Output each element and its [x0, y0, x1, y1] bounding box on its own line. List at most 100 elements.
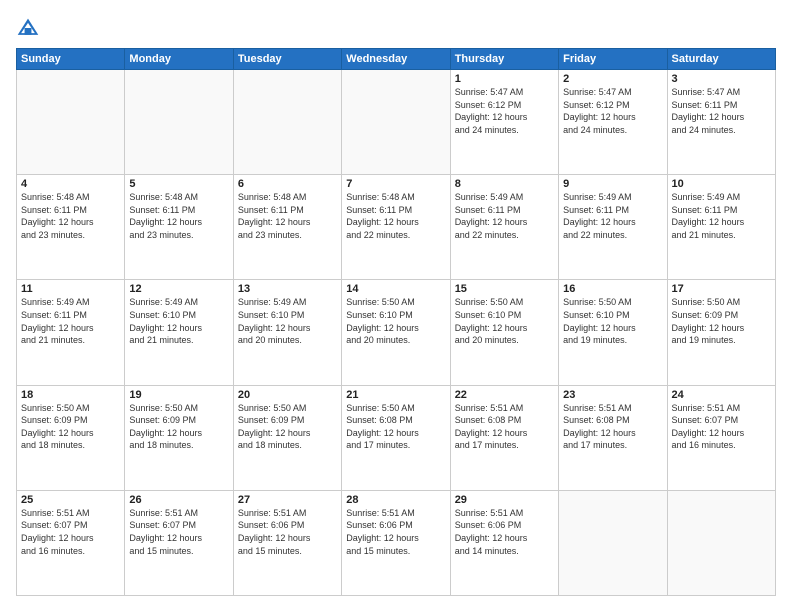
day-info: Sunrise: 5:47 AM Sunset: 6:12 PM Dayligh…	[455, 86, 554, 136]
day-number: 19	[129, 389, 228, 401]
day-info: Sunrise: 5:47 AM Sunset: 6:11 PM Dayligh…	[672, 86, 771, 136]
calendar-cell: 15Sunrise: 5:50 AM Sunset: 6:10 PM Dayli…	[450, 280, 558, 385]
day-number: 13	[238, 283, 337, 295]
week-row-4: 18Sunrise: 5:50 AM Sunset: 6:09 PM Dayli…	[17, 385, 776, 490]
day-info: Sunrise: 5:50 AM Sunset: 6:10 PM Dayligh…	[455, 296, 554, 346]
calendar-cell: 8Sunrise: 5:49 AM Sunset: 6:11 PM Daylig…	[450, 175, 558, 280]
day-info: Sunrise: 5:49 AM Sunset: 6:11 PM Dayligh…	[21, 296, 120, 346]
calendar-cell: 27Sunrise: 5:51 AM Sunset: 6:06 PM Dayli…	[233, 490, 341, 595]
calendar-cell	[667, 490, 775, 595]
day-info: Sunrise: 5:50 AM Sunset: 6:09 PM Dayligh…	[672, 296, 771, 346]
calendar-cell: 10Sunrise: 5:49 AM Sunset: 6:11 PM Dayli…	[667, 175, 775, 280]
day-number: 2	[563, 73, 662, 85]
day-info: Sunrise: 5:50 AM Sunset: 6:10 PM Dayligh…	[563, 296, 662, 346]
week-row-2: 4Sunrise: 5:48 AM Sunset: 6:11 PM Daylig…	[17, 175, 776, 280]
day-number: 6	[238, 178, 337, 190]
day-info: Sunrise: 5:48 AM Sunset: 6:11 PM Dayligh…	[129, 191, 228, 241]
day-number: 7	[346, 178, 445, 190]
day-info: Sunrise: 5:50 AM Sunset: 6:09 PM Dayligh…	[238, 402, 337, 452]
day-header-saturday: Saturday	[667, 49, 775, 70]
week-row-3: 11Sunrise: 5:49 AM Sunset: 6:11 PM Dayli…	[17, 280, 776, 385]
day-number: 3	[672, 73, 771, 85]
calendar-cell: 1Sunrise: 5:47 AM Sunset: 6:12 PM Daylig…	[450, 70, 558, 175]
day-number: 24	[672, 389, 771, 401]
day-info: Sunrise: 5:48 AM Sunset: 6:11 PM Dayligh…	[346, 191, 445, 241]
day-info: Sunrise: 5:47 AM Sunset: 6:12 PM Dayligh…	[563, 86, 662, 136]
calendar-cell: 26Sunrise: 5:51 AM Sunset: 6:07 PM Dayli…	[125, 490, 233, 595]
day-info: Sunrise: 5:50 AM Sunset: 6:09 PM Dayligh…	[129, 402, 228, 452]
day-info: Sunrise: 5:49 AM Sunset: 6:11 PM Dayligh…	[563, 191, 662, 241]
day-number: 10	[672, 178, 771, 190]
day-info: Sunrise: 5:50 AM Sunset: 6:09 PM Dayligh…	[21, 402, 120, 452]
day-info: Sunrise: 5:50 AM Sunset: 6:08 PM Dayligh…	[346, 402, 445, 452]
day-number: 15	[455, 283, 554, 295]
day-info: Sunrise: 5:49 AM Sunset: 6:10 PM Dayligh…	[238, 296, 337, 346]
day-info: Sunrise: 5:51 AM Sunset: 6:07 PM Dayligh…	[129, 507, 228, 557]
calendar-cell: 11Sunrise: 5:49 AM Sunset: 6:11 PM Dayli…	[17, 280, 125, 385]
logo	[16, 16, 44, 40]
calendar-cell	[125, 70, 233, 175]
calendar-cell: 14Sunrise: 5:50 AM Sunset: 6:10 PM Dayli…	[342, 280, 450, 385]
day-info: Sunrise: 5:51 AM Sunset: 6:06 PM Dayligh…	[238, 507, 337, 557]
calendar-cell: 13Sunrise: 5:49 AM Sunset: 6:10 PM Dayli…	[233, 280, 341, 385]
calendar-cell: 5Sunrise: 5:48 AM Sunset: 6:11 PM Daylig…	[125, 175, 233, 280]
day-number: 14	[346, 283, 445, 295]
page: SundayMondayTuesdayWednesdayThursdayFrid…	[0, 0, 792, 612]
day-number: 27	[238, 494, 337, 506]
day-number: 20	[238, 389, 337, 401]
day-header-tuesday: Tuesday	[233, 49, 341, 70]
day-number: 16	[563, 283, 662, 295]
day-info: Sunrise: 5:51 AM Sunset: 6:08 PM Dayligh…	[563, 402, 662, 452]
day-header-monday: Monday	[125, 49, 233, 70]
header	[16, 16, 776, 40]
calendar-cell: 7Sunrise: 5:48 AM Sunset: 6:11 PM Daylig…	[342, 175, 450, 280]
day-number: 12	[129, 283, 228, 295]
day-number: 9	[563, 178, 662, 190]
calendar-cell: 3Sunrise: 5:47 AM Sunset: 6:11 PM Daylig…	[667, 70, 775, 175]
calendar-cell	[342, 70, 450, 175]
calendar-cell: 12Sunrise: 5:49 AM Sunset: 6:10 PM Dayli…	[125, 280, 233, 385]
day-info: Sunrise: 5:48 AM Sunset: 6:11 PM Dayligh…	[238, 191, 337, 241]
calendar-cell: 21Sunrise: 5:50 AM Sunset: 6:08 PM Dayli…	[342, 385, 450, 490]
calendar-body: 1Sunrise: 5:47 AM Sunset: 6:12 PM Daylig…	[17, 70, 776, 596]
calendar-cell: 25Sunrise: 5:51 AM Sunset: 6:07 PM Dayli…	[17, 490, 125, 595]
day-header-friday: Friday	[559, 49, 667, 70]
calendar-cell: 22Sunrise: 5:51 AM Sunset: 6:08 PM Dayli…	[450, 385, 558, 490]
calendar-cell: 20Sunrise: 5:50 AM Sunset: 6:09 PM Dayli…	[233, 385, 341, 490]
calendar-cell: 19Sunrise: 5:50 AM Sunset: 6:09 PM Dayli…	[125, 385, 233, 490]
calendar-cell: 24Sunrise: 5:51 AM Sunset: 6:07 PM Dayli…	[667, 385, 775, 490]
calendar-header-row: SundayMondayTuesdayWednesdayThursdayFrid…	[17, 49, 776, 70]
day-number: 5	[129, 178, 228, 190]
day-number: 29	[455, 494, 554, 506]
calendar-cell: 16Sunrise: 5:50 AM Sunset: 6:10 PM Dayli…	[559, 280, 667, 385]
calendar-cell	[559, 490, 667, 595]
day-info: Sunrise: 5:50 AM Sunset: 6:10 PM Dayligh…	[346, 296, 445, 346]
week-row-5: 25Sunrise: 5:51 AM Sunset: 6:07 PM Dayli…	[17, 490, 776, 595]
calendar-cell: 23Sunrise: 5:51 AM Sunset: 6:08 PM Dayli…	[559, 385, 667, 490]
day-info: Sunrise: 5:49 AM Sunset: 6:10 PM Dayligh…	[129, 296, 228, 346]
calendar-cell	[233, 70, 341, 175]
calendar-cell: 4Sunrise: 5:48 AM Sunset: 6:11 PM Daylig…	[17, 175, 125, 280]
day-info: Sunrise: 5:49 AM Sunset: 6:11 PM Dayligh…	[672, 191, 771, 241]
day-number: 11	[21, 283, 120, 295]
day-info: Sunrise: 5:51 AM Sunset: 6:08 PM Dayligh…	[455, 402, 554, 452]
day-header-thursday: Thursday	[450, 49, 558, 70]
day-header-sunday: Sunday	[17, 49, 125, 70]
day-info: Sunrise: 5:51 AM Sunset: 6:07 PM Dayligh…	[21, 507, 120, 557]
calendar-cell: 17Sunrise: 5:50 AM Sunset: 6:09 PM Dayli…	[667, 280, 775, 385]
calendar-cell: 2Sunrise: 5:47 AM Sunset: 6:12 PM Daylig…	[559, 70, 667, 175]
calendar-cell	[17, 70, 125, 175]
day-info: Sunrise: 5:51 AM Sunset: 6:06 PM Dayligh…	[455, 507, 554, 557]
day-header-wednesday: Wednesday	[342, 49, 450, 70]
day-number: 1	[455, 73, 554, 85]
day-number: 17	[672, 283, 771, 295]
week-row-1: 1Sunrise: 5:47 AM Sunset: 6:12 PM Daylig…	[17, 70, 776, 175]
day-info: Sunrise: 5:48 AM Sunset: 6:11 PM Dayligh…	[21, 191, 120, 241]
calendar-cell: 29Sunrise: 5:51 AM Sunset: 6:06 PM Dayli…	[450, 490, 558, 595]
day-info: Sunrise: 5:51 AM Sunset: 6:07 PM Dayligh…	[672, 402, 771, 452]
day-number: 25	[21, 494, 120, 506]
calendar-cell: 6Sunrise: 5:48 AM Sunset: 6:11 PM Daylig…	[233, 175, 341, 280]
logo-icon	[16, 16, 40, 40]
day-number: 8	[455, 178, 554, 190]
calendar-table: SundayMondayTuesdayWednesdayThursdayFrid…	[16, 48, 776, 596]
